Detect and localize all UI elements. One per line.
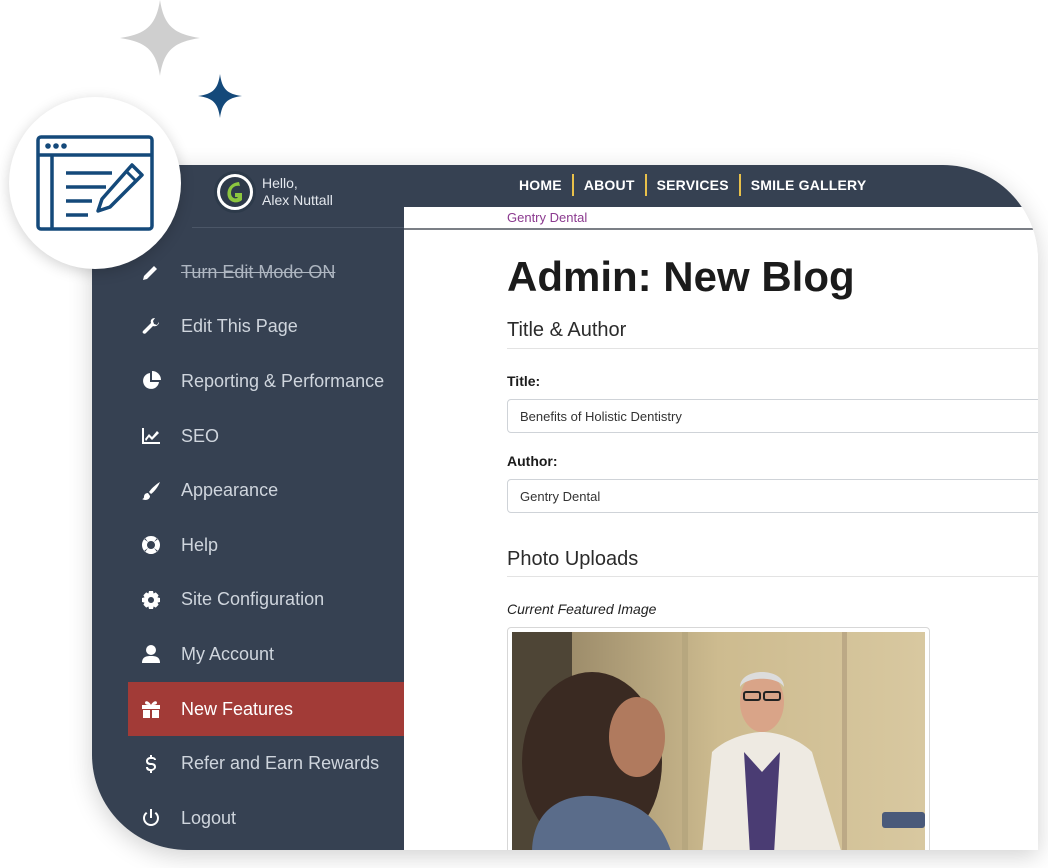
dentist-photo (512, 632, 925, 850)
admin-window: Hello, Alex Nuttall Turn Edit Mode ON Ed… (92, 165, 1038, 850)
nav-link-about[interactable]: ABOUT (584, 177, 635, 193)
sidebar-item-label: My Account (181, 643, 275, 664)
sidebar-item-label: Logout (181, 807, 237, 828)
sidebar: Hello, Alex Nuttall Turn Edit Mode ON Ed… (92, 165, 404, 850)
sidebar-item-logout[interactable]: Logout (92, 791, 404, 846)
editor-badge (9, 97, 181, 269)
breadcrumb[interactable]: Gentry Dental (507, 210, 587, 225)
sidebar-item-help[interactable]: Help (92, 518, 404, 573)
sidebar-item-label: Refer and Earn Rewards (181, 753, 380, 774)
sidebar-item-seo[interactable]: SEO (92, 409, 404, 464)
sidebar-nav: Turn Edit Mode ON Edit This Page Reporti… (92, 245, 404, 846)
section-heading-photo-uploads: Photo Uploads (507, 548, 639, 570)
sparkle-icon (120, 0, 200, 76)
sidebar-item-label: Reporting & Performance (181, 370, 385, 391)
sidebar-item-edit-page[interactable]: Edit This Page (92, 300, 404, 355)
sidebar-item-label: Appearance (181, 480, 279, 501)
sidebar-item-site-config[interactable]: Site Configuration (92, 573, 404, 628)
stage: Hello, Alex Nuttall Turn Edit Mode ON Ed… (0, 0, 1048, 868)
sidebar-item-new-features[interactable]: New Features (128, 681, 404, 737)
sidebar-item-appearance[interactable]: Appearance (92, 463, 404, 518)
author-field[interactable]: Gentry Dental (507, 479, 1038, 513)
nav-separator (644, 174, 647, 196)
gear-icon (140, 589, 162, 611)
nav-separator (738, 174, 741, 196)
divider (404, 228, 1038, 230)
featured-image[interactable] (507, 627, 930, 850)
user-greeting[interactable]: Hello, Alex Nuttall (214, 171, 333, 213)
page-title: Admin: New Blog (507, 253, 855, 300)
nav-link-smile-gallery[interactable]: SMILE GALLERY (751, 177, 867, 193)
divider (192, 227, 404, 228)
divider (507, 348, 1038, 349)
sidebar-item-label: Site Configuration (181, 589, 325, 610)
title-label: Title: (507, 373, 541, 389)
author-label: Author: (507, 453, 558, 469)
logo-icon (220, 177, 250, 207)
sidebar-item-label: SEO (181, 425, 220, 446)
sidebar-item-label: Edit This Page (181, 316, 298, 337)
user-name: Alex Nuttall (262, 192, 333, 208)
site-nav-bar: HOME ABOUT SERVICES SMILE GALLERY (404, 165, 1038, 207)
user-icon (140, 643, 162, 665)
dollar-icon (140, 753, 162, 775)
divider (507, 576, 1038, 577)
web-editor-icon (36, 135, 154, 231)
pencil-icon (140, 261, 162, 283)
site-nav: HOME ABOUT SERVICES SMILE GALLERY (519, 173, 866, 197)
line-chart-icon (140, 425, 162, 447)
paintbrush-icon (140, 480, 162, 502)
sidebar-item-label: Help (181, 534, 219, 555)
sidebar-item-refer[interactable]: Refer and Earn Rewards (92, 736, 404, 791)
nav-link-services[interactable]: SERVICES (657, 177, 729, 193)
gift-icon (140, 698, 162, 720)
avatar (214, 171, 256, 213)
wrench-icon (140, 316, 162, 338)
featured-photo (512, 632, 925, 850)
sidebar-item-reporting[interactable]: Reporting & Performance (92, 354, 404, 409)
section-heading-title-author: Title & Author (507, 319, 627, 341)
sidebar-item-label: Turn Edit Mode ON (181, 261, 336, 282)
nav-link-home[interactable]: HOME (519, 177, 562, 193)
main-content: Gentry Dental Admin: New Blog Title & Au… (404, 207, 1038, 850)
pie-chart-icon (140, 370, 162, 392)
nav-separator (571, 174, 574, 196)
sidebar-item-my-account[interactable]: My Account (92, 627, 404, 682)
greeting-text: Hello, (262, 175, 298, 191)
featured-image-caption: Current Featured Image (507, 601, 657, 617)
sparkle-icon (198, 74, 242, 118)
sidebar-item-label: New Features (181, 698, 294, 719)
power-icon (140, 807, 162, 829)
lifebuoy-icon (140, 534, 162, 556)
title-field[interactable]: Benefits of Holistic Dentistry (507, 399, 1038, 433)
